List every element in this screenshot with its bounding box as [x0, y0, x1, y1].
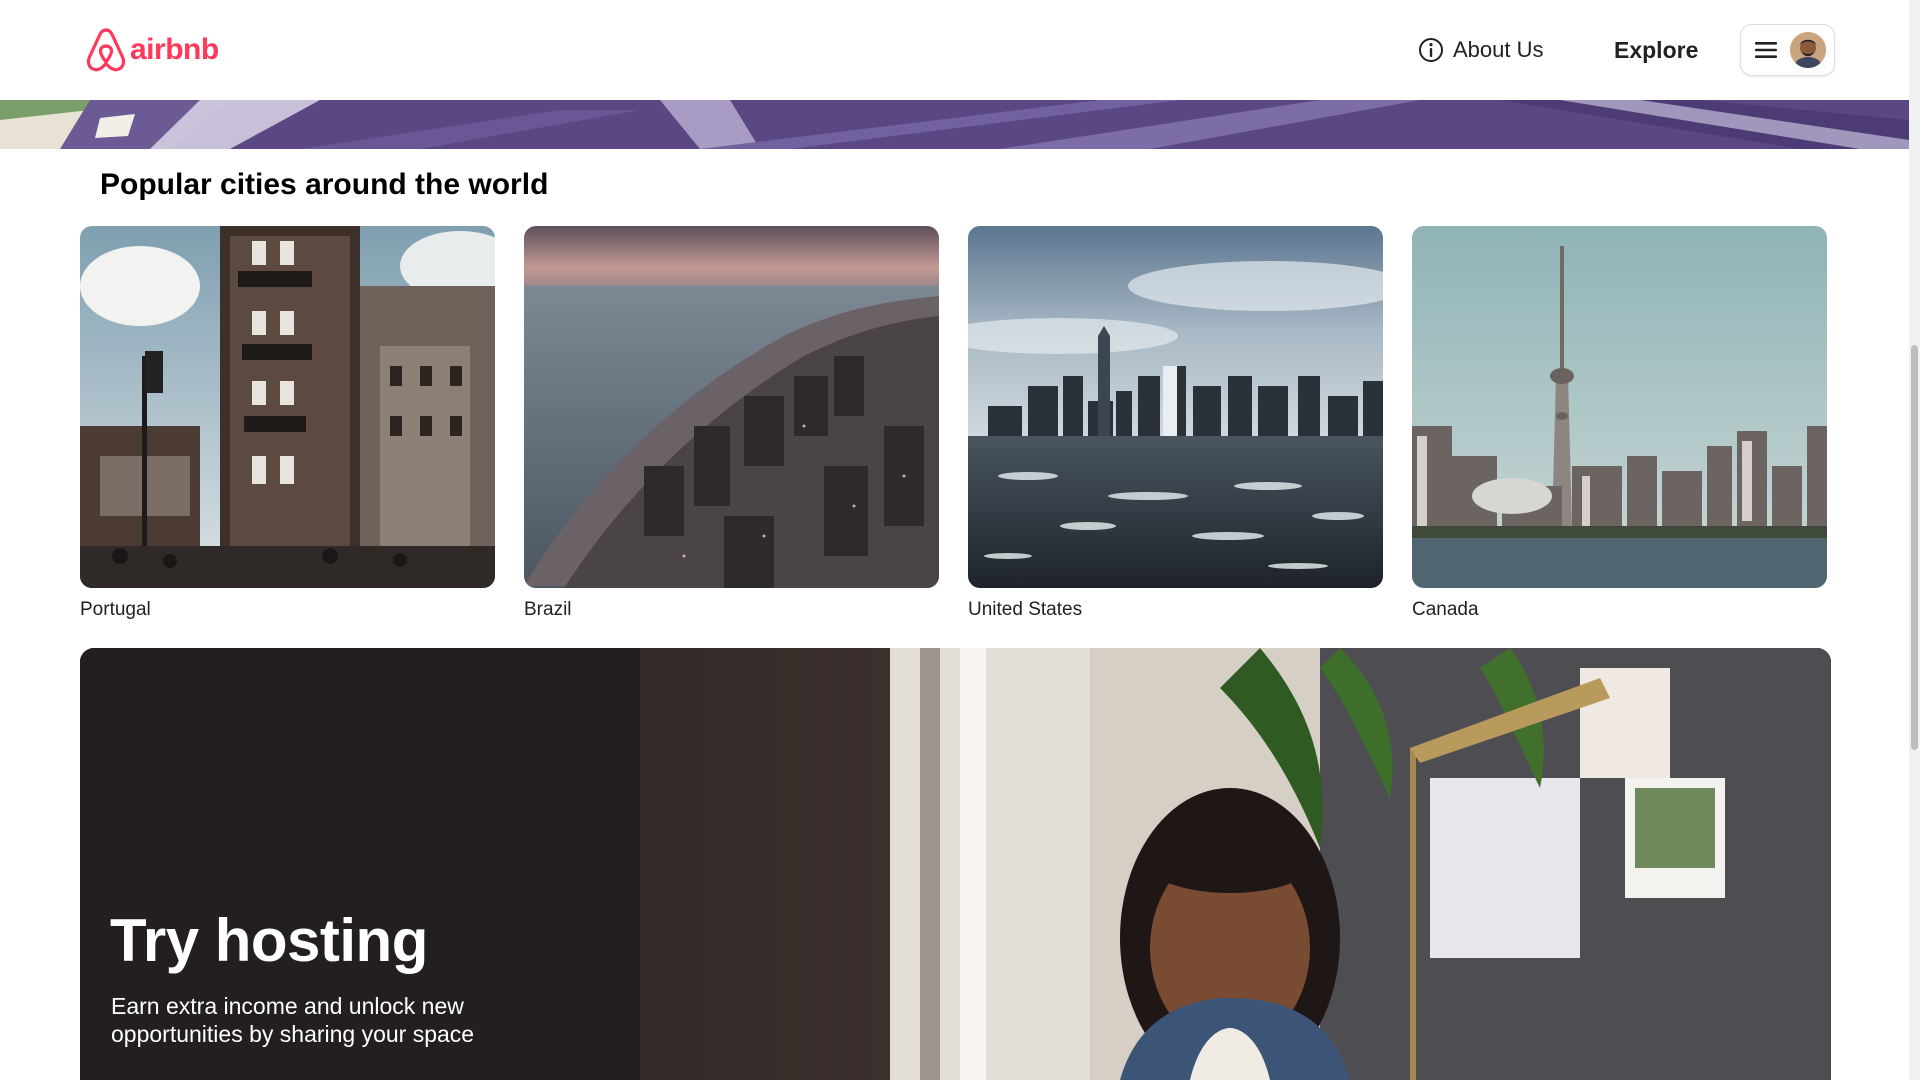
hosting-title: Try hosting	[110, 907, 428, 974]
city-name: Portugal	[80, 599, 151, 620]
explore-link[interactable]: Explore	[1614, 34, 1698, 66]
airbnb-belo-icon	[86, 28, 126, 72]
about-us-link[interactable]: About Us	[1418, 34, 1544, 66]
city-card-canada[interactable]: Canada	[1412, 226, 1827, 626]
scrollbar-thumb[interactable]	[1911, 345, 1918, 750]
user-menu-button[interactable]	[1740, 24, 1835, 76]
logo-wordmark: airbnb	[130, 33, 219, 66]
city-card-portugal[interactable]: Portugal	[80, 226, 495, 626]
city-card-united-states[interactable]: United States	[968, 226, 1383, 626]
info-circle-icon	[1419, 38, 1443, 62]
city-image-united-states	[968, 226, 1383, 588]
city-name: Brazil	[524, 599, 572, 620]
city-name: United States	[968, 599, 1083, 620]
page-scrollbar[interactable]	[1909, 0, 1920, 1080]
city-image-brazil	[524, 226, 939, 588]
city-cards: Portugal Brazil United States Canada	[80, 226, 1831, 626]
hosting-description: Earn extra income and unlock new opportu…	[111, 993, 475, 1047]
popular-cities-heading: Popular cities around the world	[100, 168, 549, 201]
page: airbnb About Us Explore Popular cities a…	[0, 0, 1909, 1080]
top-navigation: airbnb About Us Explore	[0, 0, 1909, 100]
user-avatar	[1790, 32, 1826, 68]
city-image-canada	[1412, 226, 1827, 588]
city-image-portugal	[80, 226, 495, 588]
city-name: Canada	[1412, 599, 1479, 620]
hamburger-menu-icon	[1755, 42, 1777, 58]
city-card-brazil[interactable]: Brazil	[524, 226, 939, 626]
about-us-label: About Us	[1453, 37, 1544, 62]
airbnb-logo[interactable]: airbnb	[84, 26, 219, 74]
try-hosting-banner[interactable]: Try hosting Earn extra income and unlock…	[80, 648, 1831, 1080]
decorative-banner	[0, 100, 1909, 149]
explore-label: Explore	[1614, 36, 1699, 63]
